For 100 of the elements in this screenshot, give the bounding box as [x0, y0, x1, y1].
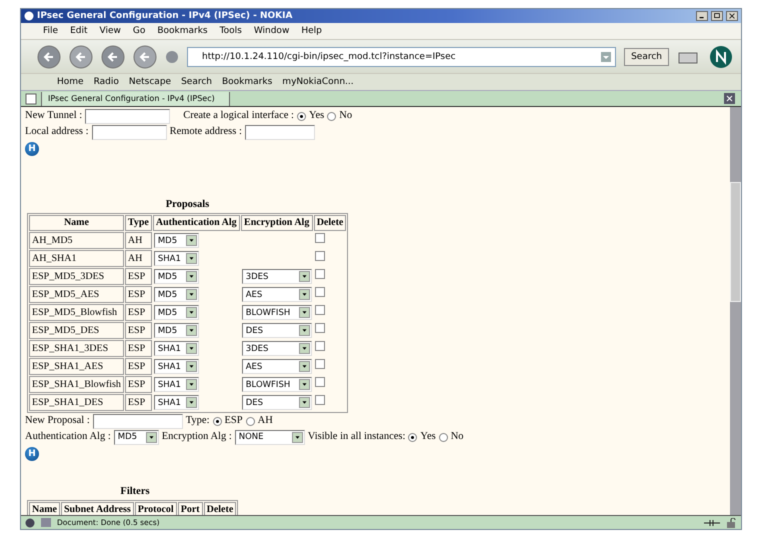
bookmark-link[interactable]: Netscape [128, 77, 172, 87]
delete-checkbox[interactable] [314, 305, 325, 315]
table-cell: ESP [124, 376, 152, 393]
encryption-select[interactable]: AES [242, 359, 312, 374]
auth-select[interactable]: MD5 [114, 430, 159, 444]
table-cell: ESP_MD5_AES [29, 286, 124, 303]
table-cell: ESP_MD5_DES [29, 322, 124, 339]
auth-select[interactable]: SHA1 [154, 251, 199, 266]
field-label: Type: [186, 414, 210, 428]
menu-item[interactable]: Edit [70, 26, 88, 36]
encryption-select[interactable]: DES [242, 323, 312, 338]
radio-button[interactable] [246, 416, 255, 426]
encryption-select[interactable]: AES [242, 287, 312, 302]
input-field[interactable] [92, 124, 167, 140]
search-button[interactable]: Search [624, 48, 669, 66]
table-cell: ESP_SHA1_AES [29, 358, 124, 375]
table-cell: ESP [124, 340, 152, 357]
menu-item[interactable]: Go [132, 26, 146, 36]
encryption-select[interactable]: DES [242, 395, 312, 410]
auth-select[interactable]: MD5 [154, 233, 199, 248]
netscape-logo-icon [709, 44, 733, 68]
column-header: Delete [314, 215, 346, 231]
radio-label: ESP [224, 414, 243, 428]
delete-checkbox[interactable] [314, 251, 325, 261]
encryption-select[interactable]: 3DES [242, 269, 312, 284]
delete-checkbox[interactable] [314, 287, 325, 297]
menu-item[interactable]: View [100, 26, 121, 36]
input-field[interactable] [244, 124, 315, 140]
menu-item[interactable]: File [43, 26, 58, 36]
table-cell: ESP_SHA1_Blowfish [29, 376, 124, 393]
radio-label: AH [258, 414, 273, 428]
minimize-icon[interactable] [696, 11, 708, 21]
bookmark-link[interactable]: Home [57, 77, 84, 87]
radio-button[interactable] [438, 432, 448, 442]
help-icon[interactable]: H [25, 447, 39, 461]
bookmark-link[interactable]: Bookmarks [222, 77, 272, 87]
help-icon[interactable]: H [25, 142, 39, 156]
auth-select[interactable]: SHA1 [154, 359, 199, 374]
menu-item[interactable]: Bookmarks [157, 26, 208, 36]
delete-checkbox[interactable] [314, 395, 325, 405]
table-title: Proposals [164, 198, 210, 212]
input-field[interactable] [92, 414, 183, 428]
table-cell: AH_SHA1 [29, 250, 124, 267]
auth-select[interactable]: SHA1 [154, 341, 199, 356]
bookmark-link[interactable]: Radio [94, 77, 119, 87]
radio-button[interactable] [408, 432, 418, 442]
delete-checkbox[interactable] [314, 233, 325, 243]
radio-button[interactable] [327, 112, 336, 120]
back-icon[interactable] [37, 44, 61, 68]
column-header: Encryption Alg [240, 215, 313, 231]
close-icon[interactable] [726, 11, 738, 21]
table-cell: ESP_SHA1_3DES [29, 340, 124, 357]
encryption-select[interactable]: BLOWFISH [242, 377, 312, 392]
bookmark-link[interactable]: Search [181, 77, 212, 87]
input-field[interactable] [85, 108, 170, 124]
maximize-icon[interactable] [711, 11, 723, 21]
delete-checkbox[interactable] [314, 341, 325, 351]
delete-checkbox[interactable] [314, 359, 325, 369]
radio-button[interactable] [296, 112, 306, 120]
field-label: New Proposal : [25, 414, 90, 428]
field-label: Authentication Alg : [25, 430, 111, 444]
address-field[interactable]: http://10.1.24.110/cgi-bin/ipsec_mod.tcl?instance=IPsec [187, 46, 616, 66]
browser-tab[interactable]: IPsec General Configuration - IPv4 (IPSec) [41, 92, 230, 106]
field-label: Remote address : [170, 125, 242, 139]
delete-checkbox[interactable] [314, 377, 325, 387]
go-icon[interactable] [165, 50, 179, 64]
field-label: Encryption Alg : [162, 430, 232, 444]
radio-label: Yes [308, 109, 324, 123]
field-label: Local address : [25, 125, 89, 139]
table-cell: ESP [124, 394, 152, 411]
delete-checkbox[interactable] [314, 323, 325, 333]
auth-select[interactable]: MD5 [154, 269, 199, 284]
table-cell: AH [124, 232, 152, 249]
encryption-select[interactable]: NONE [234, 430, 305, 444]
delete-checkbox[interactable] [314, 269, 325, 279]
close-tab-icon[interactable] [724, 93, 735, 104]
table-cell: ESP_MD5_3DES [29, 268, 124, 285]
encryption-select[interactable]: BLOWFISH [242, 305, 312, 320]
lock-icon [726, 518, 737, 528]
radio-label: No [339, 109, 352, 123]
table-cell: ESP_MD5_Blowfish [29, 304, 124, 321]
scrollbar[interactable] [730, 107, 741, 515]
connection-icon [704, 518, 720, 527]
auth-select[interactable]: MD5 [154, 305, 199, 320]
page-icon [25, 92, 37, 104]
column-header: Authentication Alg [152, 215, 240, 231]
auth-select[interactable]: MD5 [154, 323, 199, 338]
auth-select[interactable]: MD5 [154, 287, 199, 302]
bookmark-link[interactable]: myNokiaConn... [282, 77, 354, 87]
auth-select[interactable]: SHA1 [154, 395, 199, 410]
menu-item[interactable]: Help [301, 26, 322, 36]
column-header: Type [124, 215, 152, 231]
column-header: Name [29, 215, 124, 231]
menu-item[interactable]: Window [254, 26, 290, 36]
radio-button[interactable] [212, 416, 222, 426]
menu-item[interactable]: Tools [220, 26, 242, 36]
auth-select[interactable]: SHA1 [154, 377, 199, 392]
table-cell: ESP [124, 304, 152, 321]
encryption-select[interactable]: 3DES [242, 341, 312, 356]
table-cell: AH [124, 250, 152, 267]
